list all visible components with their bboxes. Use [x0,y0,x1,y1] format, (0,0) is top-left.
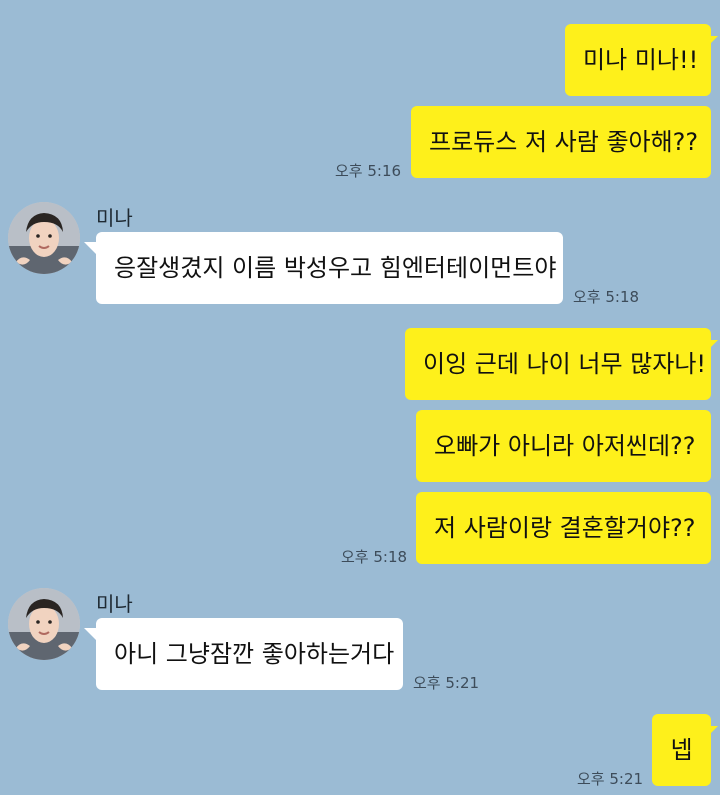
sender-name: 미나 [96,206,133,230]
message-bubble-outgoing[interactable]: 미나 미나!! [565,24,711,96]
message-bubble-incoming[interactable]: 아니 그냥잠깐 좋아하는거다 [96,618,403,690]
message-timestamp: 오후 5:21 [413,674,480,692]
contact-avatar[interactable] [8,202,80,274]
chat-room: 미나 미나!! 프로듀스 저 사람 좋아해?? 오후 5:16 미나 응잘생겼지… [0,0,720,795]
message-bubble-incoming[interactable]: 응잘생겼지 이름 박성우고 힘엔터테이먼트야 [96,232,563,304]
contact-avatar[interactable] [8,588,80,660]
message-timestamp: 오후 5:18 [573,288,640,306]
message-bubble-outgoing[interactable]: 프로듀스 저 사람 좋아해?? [411,106,711,178]
message-bubble-outgoing[interactable]: 저 사람이랑 결혼할거야?? [416,492,711,564]
message-bubble-outgoing[interactable]: 오빠가 아니라 아저씬데?? [416,410,711,482]
message-timestamp: 오후 5:16 [335,162,402,180]
profile-photo-icon [8,588,80,660]
message-bubble-outgoing[interactable]: 이잉 근데 나이 너무 많자나! [405,328,711,400]
message-timestamp: 오후 5:21 [577,770,644,788]
message-timestamp: 오후 5:18 [341,548,408,566]
profile-photo-icon [8,202,80,274]
message-bubble-outgoing[interactable]: 넵 [652,714,711,786]
sender-name: 미나 [96,592,133,616]
